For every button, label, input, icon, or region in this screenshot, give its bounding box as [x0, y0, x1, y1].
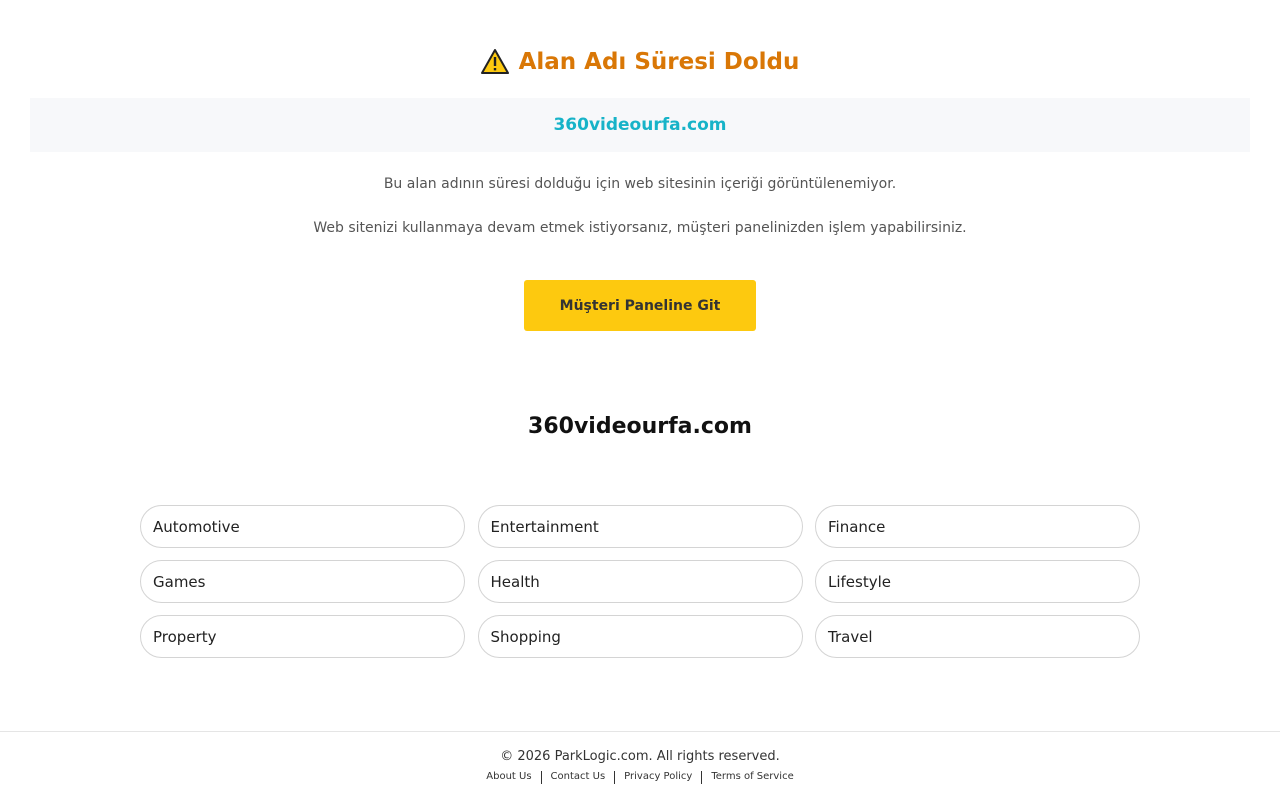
title-row: Alan Adı Süresi Doldu: [0, 48, 1280, 76]
category-entertainment[interactable]: Entertainment: [477, 505, 803, 548]
domain-link[interactable]: 360videourfa.com: [553, 115, 726, 135]
category-travel[interactable]: Travel: [815, 615, 1140, 658]
expired-message: Bu alan adının süresi dolduğu için web s…: [383, 176, 897, 192]
panel-hint-message: Web sitenizi kullanmaya devam etmek isti…: [313, 220, 967, 236]
footer: © 2026 ParkLogic.com. All rights reserve…: [0, 731, 1280, 800]
category-shopping[interactable]: Shopping: [477, 615, 803, 658]
category-lifestyle[interactable]: Lifestyle: [815, 560, 1140, 603]
copyright-text: © 2026 ParkLogic.com. All rights reserve…: [500, 749, 780, 764]
footer-link-about[interactable]: About Us: [477, 770, 540, 784]
category-grid: Automotive Entertainment Finance Games H…: [140, 505, 1140, 658]
site-heading: 360videourfa.com: [528, 414, 752, 439]
category-finance[interactable]: Finance: [815, 505, 1140, 548]
category-property[interactable]: Property: [140, 615, 465, 658]
footer-link-privacy[interactable]: Privacy Policy: [615, 770, 701, 784]
category-health[interactable]: Health: [477, 560, 803, 603]
domain-banner: 360videourfa.com: [30, 98, 1250, 152]
page-title: Alan Adı Süresi Doldu: [518, 49, 800, 75]
category-games[interactable]: Games: [140, 560, 465, 603]
footer-links: About Us Contact Us Privacy Policy Terms…: [0, 770, 1280, 784]
footer-link-contact[interactable]: Contact Us: [542, 770, 615, 784]
customer-panel-button[interactable]: Müşteri Paneline Git: [524, 280, 756, 331]
warning-icon: [480, 49, 509, 74]
category-automotive[interactable]: Automotive: [140, 505, 465, 548]
footer-link-terms[interactable]: Terms of Service: [702, 770, 802, 784]
